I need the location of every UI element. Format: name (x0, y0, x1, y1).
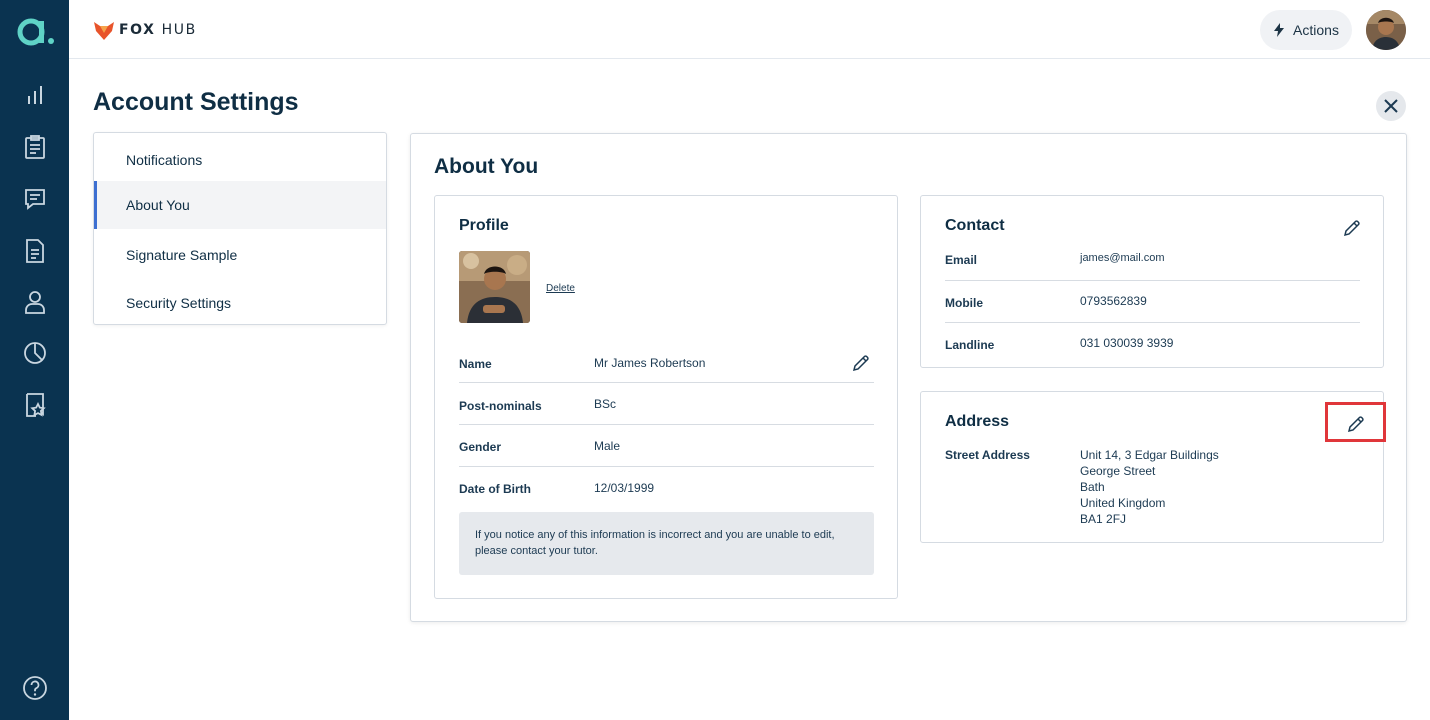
profile-card: Profile Delete Name Mr James Robertson P… (434, 195, 898, 599)
analytics-icon[interactable] (22, 82, 48, 108)
badge-icon[interactable] (22, 392, 48, 418)
edit-name-icon[interactable] (851, 353, 871, 373)
fox-icon (94, 22, 114, 40)
gender-value: Male (594, 439, 621, 453)
profile-title: Profile (459, 217, 509, 234)
name-label: Name (459, 357, 492, 371)
settings-nav: Notifications About You Signature Sample… (93, 132, 387, 325)
user-icon[interactable] (22, 289, 48, 315)
contact-title: Contact (945, 217, 1005, 234)
post-nominals-label: Post-nominals (459, 399, 542, 413)
edit-contact-icon[interactable] (1342, 218, 1362, 238)
post-nominals-value: BSc (594, 397, 617, 411)
profile-photo (459, 251, 530, 323)
brand-fox: FOX (119, 22, 156, 38)
landline-value: 031 030039 3939 (1080, 336, 1174, 350)
divider (945, 280, 1360, 281)
dob-label: Date of Birth (459, 482, 531, 496)
nav-item-about-you[interactable]: About You (94, 181, 386, 229)
address-card: Address Street Address Unit 14, 3 Edgar … (920, 391, 1386, 543)
address-line: United Kingdom (1080, 496, 1166, 510)
gender-label: Gender (459, 440, 502, 454)
nav-item-security-settings[interactable]: Security Settings (94, 279, 386, 327)
divider (945, 322, 1360, 323)
brand-hub: HUB (161, 22, 197, 38)
address-line: George Street (1080, 464, 1156, 478)
help-icon[interactable] (22, 675, 48, 701)
actions-button[interactable]: Actions (1260, 10, 1352, 50)
email-value: james@mail.com (1080, 252, 1165, 264)
address-title: Address (945, 413, 1010, 430)
mobile-label: Mobile (945, 296, 983, 310)
actions-label: Actions (1293, 22, 1339, 38)
edit-address-highlight (1325, 402, 1386, 442)
dob-value: 12/03/1999 (594, 481, 655, 495)
nav-item-signature-sample[interactable]: Signature Sample (94, 231, 386, 279)
street-address-label: Street Address (945, 448, 1030, 462)
info-notice: If you notice any of this information is… (459, 512, 874, 575)
about-you-panel: About You Profile Delete Name Mr James R… (410, 133, 1407, 622)
document-icon[interactable] (22, 238, 48, 264)
app-logo[interactable] (16, 14, 56, 48)
close-button[interactable] (1376, 91, 1406, 121)
divider (459, 424, 874, 425)
clipboard-icon[interactable] (22, 134, 48, 160)
name-value: Mr James Robertson (594, 356, 706, 370)
address-line: Unit 14, 3 Edgar Buildings (1080, 448, 1219, 462)
delete-photo-link[interactable]: Delete (546, 283, 575, 294)
address-line: BA1 2FJ (1080, 512, 1127, 526)
lightning-icon (1274, 23, 1285, 37)
divider (459, 382, 874, 383)
address-lines: Unit 14, 3 Edgar Buildings George Street… (1080, 447, 1219, 527)
nav-rail (0, 0, 69, 720)
top-bar: FOX HUB Actions (69, 0, 1430, 59)
user-avatar[interactable] (1366, 10, 1406, 50)
page-title: Account Settings (93, 88, 299, 116)
landline-label: Landline (945, 338, 995, 352)
foxhub-logo[interactable]: FOX HUB (93, 18, 197, 42)
section-title: About You (434, 155, 539, 178)
close-icon (1384, 99, 1398, 113)
nav-item-notifications[interactable]: Notifications (94, 136, 386, 184)
mobile-value: 0793562839 (1080, 294, 1147, 308)
contact-card: Contact Email james@mail.com Mobile 0793… (920, 195, 1384, 368)
divider (459, 466, 874, 467)
chat-icon[interactable] (22, 186, 48, 212)
email-label: Email (945, 253, 978, 267)
pie-chart-icon[interactable] (22, 340, 48, 366)
address-line: Bath (1080, 480, 1105, 494)
